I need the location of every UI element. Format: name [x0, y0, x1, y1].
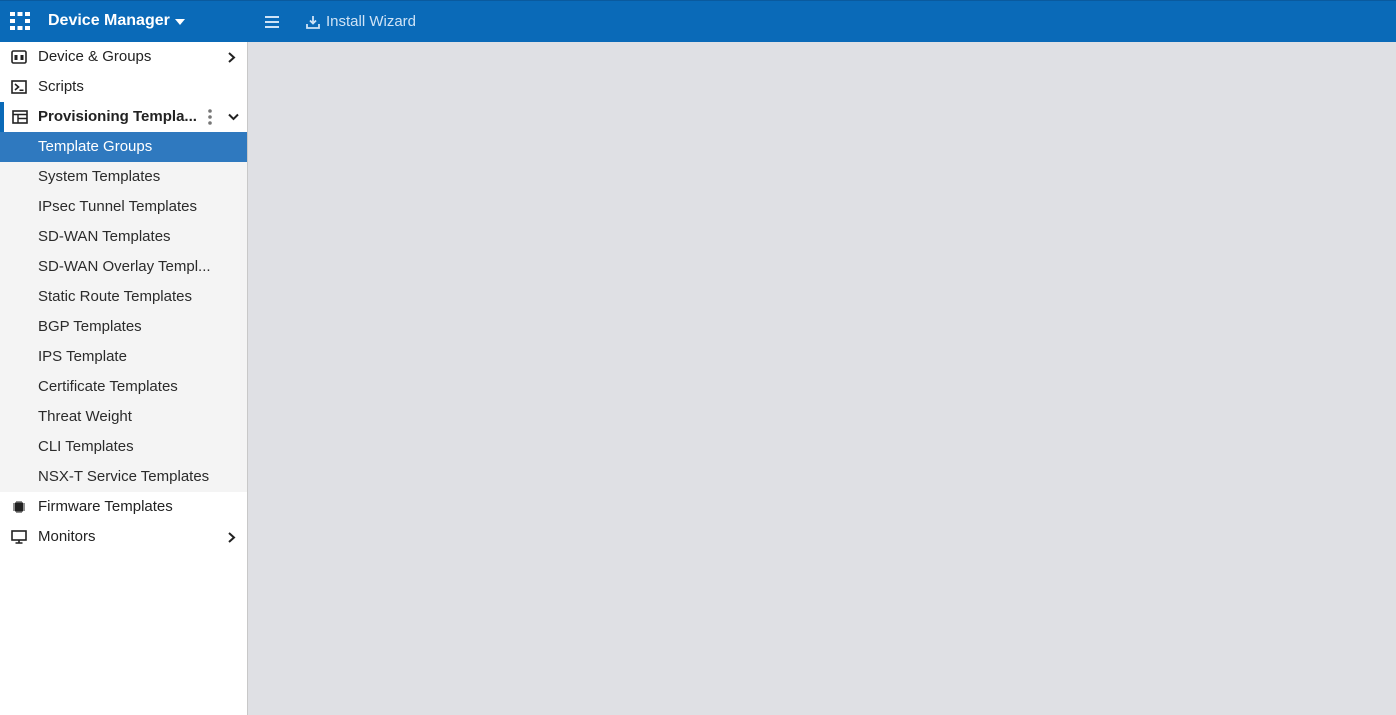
- sidebar-item-ips-template[interactable]: IPS Template: [0, 342, 247, 372]
- sidebar-item-label: BGP Templates: [38, 318, 142, 335]
- sidebar-item-label: Static Route Templates: [38, 288, 192, 305]
- sidebar-item-label: SD-WAN Templates: [38, 228, 171, 245]
- monitor-icon: [11, 530, 27, 544]
- sidebar-item-monitors[interactable]: Monitors: [0, 522, 247, 552]
- sidebar-item-firmware-templates[interactable]: Firmware Templates: [0, 492, 247, 522]
- sidebar-item-threat-weight[interactable]: Threat Weight: [0, 402, 247, 432]
- sidebar-item-sdwan-overlay-templates[interactable]: SD-WAN Overlay Templ...: [0, 252, 247, 282]
- caret-down-icon: [174, 19, 185, 25]
- sidebar-item-label: Threat Weight: [38, 408, 132, 425]
- sidebar-item-label: IPS Template: [38, 348, 127, 365]
- hamburger-menu-icon[interactable]: [265, 16, 279, 28]
- sidebar-item-system-templates[interactable]: System Templates: [0, 162, 247, 192]
- sidebar-item-label: Monitors: [38, 528, 96, 545]
- sidebar-item-template-groups[interactable]: Template Groups: [0, 132, 247, 162]
- app-title: Device Manager: [48, 12, 170, 29]
- sidebar-item-label: CLI Templates: [38, 438, 134, 455]
- top-navigation-bar: Device Manager Install Wizard: [0, 0, 1396, 42]
- sidebar-item-ipsec-tunnel-templates[interactable]: IPsec Tunnel Templates: [0, 192, 247, 222]
- install-wizard-label: Install Wizard: [326, 13, 417, 30]
- sidebar-item-label: Device & Groups: [38, 48, 152, 65]
- app-grid-icon[interactable]: [10, 12, 30, 30]
- sidebar-item-label: IPsec Tunnel Templates: [38, 198, 197, 215]
- chip-icon: [13, 501, 25, 513]
- sidebar-item-label: Firmware Templates: [38, 498, 173, 515]
- sidebar-item-label: Scripts: [38, 78, 84, 95]
- sidebar-item-label: Template Groups: [38, 138, 153, 155]
- chevron-right-icon: [228, 52, 236, 63]
- sidebar-item-device-groups[interactable]: Device & Groups: [0, 42, 247, 72]
- sidebar-item-label: SD-WAN Overlay Templ...: [38, 258, 211, 275]
- install-wizard-button[interactable]: Install Wizard: [306, 13, 416, 30]
- chevron-right-icon: [228, 532, 236, 543]
- chevron-down-icon: [228, 113, 239, 121]
- sidebar-item-bgp-templates[interactable]: BGP Templates: [0, 312, 247, 342]
- sidebar-item-scripts[interactable]: Scripts: [0, 72, 247, 102]
- sidebar-item-label: System Templates: [38, 168, 161, 185]
- sidebar-item-static-route-templates[interactable]: Static Route Templates: [0, 282, 247, 312]
- devices-icon: [11, 50, 27, 64]
- sidebar-item-certificate-templates[interactable]: Certificate Templates: [0, 372, 247, 402]
- sidebar-item-label: NSX-T Service Templates: [38, 468, 210, 485]
- sidebar-item-nsxt-service-templates[interactable]: NSX-T Service Templates: [0, 462, 247, 492]
- provisioning-templates-submenu: Template Groups System Templates IPsec T…: [0, 132, 247, 492]
- template-icon: [12, 110, 28, 124]
- main-content-area: [249, 42, 1396, 715]
- script-icon: [11, 80, 27, 94]
- more-options-icon[interactable]: [208, 109, 212, 125]
- app-switcher-dropdown[interactable]: Device Manager: [48, 12, 185, 30]
- sidebar-navigation: Device & Groups Scripts Provisioning Tem…: [0, 42, 248, 715]
- sidebar-item-cli-templates[interactable]: CLI Templates: [0, 432, 247, 462]
- sidebar-item-provisioning-templates[interactable]: Provisioning Templa...: [0, 102, 247, 132]
- download-icon: [306, 15, 320, 29]
- sidebar-item-label: Certificate Templates: [38, 378, 178, 395]
- sidebar-item-sdwan-templates[interactable]: SD-WAN Templates: [0, 222, 247, 252]
- sidebar-item-label: Provisioning Templa...: [38, 108, 197, 125]
